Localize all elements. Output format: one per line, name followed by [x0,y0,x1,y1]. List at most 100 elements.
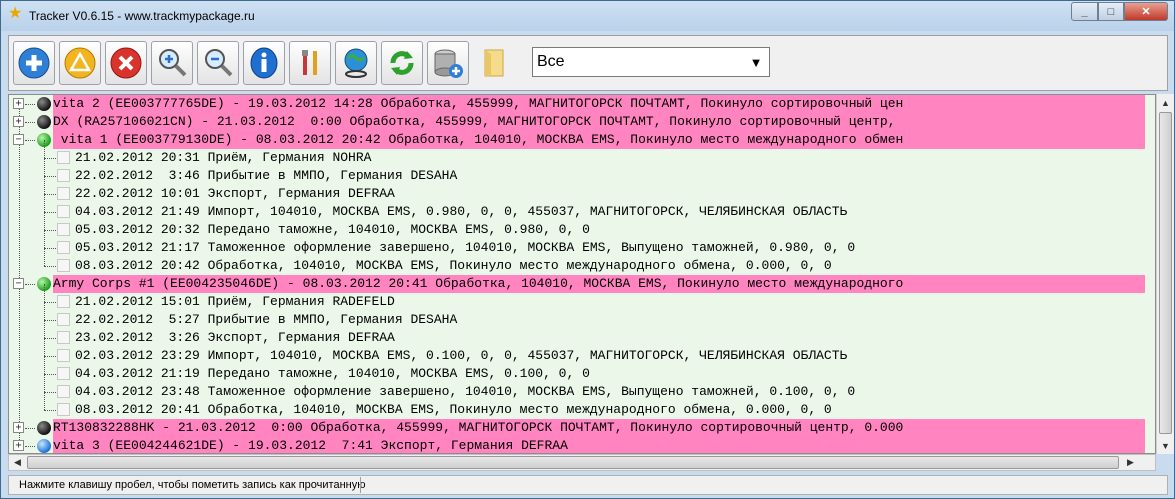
tracking-event-row[interactable]: 08.03.2012 20:42 Обработка, 104010, МОСК… [75,257,1145,275]
horizontal-scrollbar[interactable]: ◀ ▶ [8,454,1156,471]
tracking-event-row[interactable]: 21.02.2012 20:31 Приём, Германия NOHRA [75,149,1145,167]
tree-connector [44,194,56,195]
tree-connector [44,392,45,410]
package-row[interactable]: vita 2 (EE003777765DE) - 19.03.2012 14:2… [53,95,1145,113]
event-checkbox[interactable] [57,349,70,362]
maximize-button[interactable]: □ [1098,2,1124,21]
event-checkbox[interactable] [57,313,70,326]
tree-connector [25,104,35,105]
window-title: Tracker V0.6.15 - www.trackmypackage.ru [29,9,255,23]
tracking-event-row[interactable]: 05.03.2012 21:17 Таможенное оформление з… [75,239,1145,257]
event-checkbox[interactable] [57,331,70,344]
package-tree[interactable]: + vita 2 (EE003777765DE) - 19.03.2012 14:… [8,94,1156,454]
close-button[interactable]: ✕ [1124,2,1168,21]
database-add-icon [434,49,463,78]
tree-connector [25,284,35,285]
tree-connector [44,176,45,194]
expand-toggle[interactable]: − [13,134,24,145]
tracking-event-row[interactable]: 22.02.2012 3:46 Прибытие в ММПО, Германи… [75,167,1145,185]
tracking-event-row[interactable]: 08.03.2012 20:41 Обработка, 104010, МОСК… [75,401,1145,419]
event-checkbox[interactable] [57,403,70,416]
event-checkbox[interactable] [57,187,70,200]
title-bar[interactable]: ★ Tracker V0.6.15 - www.trackmypackage.r… [1,1,1174,31]
tools-icon [302,50,317,75]
globe-button[interactable] [335,41,377,85]
delete-button[interactable] [105,41,147,85]
expand-toggle[interactable]: − [13,278,24,289]
tree-connector [19,104,20,446]
scroll-up-icon[interactable]: ▲ [1157,94,1174,111]
event-checkbox[interactable] [57,205,70,218]
add-button[interactable] [13,41,55,85]
scroll-right-icon[interactable]: ▶ [1122,455,1139,470]
warning-button[interactable] [59,41,101,85]
status-text: Нажмите клавишу пробел, чтобы пометить з… [19,479,366,491]
tracking-event-row[interactable]: 04.03.2012 23:48 Таможенное оформление з… [75,383,1145,401]
event-checkbox[interactable] [57,169,70,182]
filter-selected-value: Все [537,53,565,70]
package-row[interactable]: RT130832288HK - 21.03.2012 0:00 Обработк… [53,419,1145,437]
package-row[interactable]: vita 3 (EE004244621DE) - 19.03.2012 7:41… [53,437,1145,453]
folder-button[interactable] [473,41,515,85]
expand-toggle[interactable]: + [13,116,24,127]
event-checkbox[interactable] [57,385,70,398]
info-button[interactable] [243,41,285,85]
delete-icon [110,47,142,79]
chevron-down-icon[interactable]: ▼ [744,49,768,75]
tree-connector [44,302,45,320]
tree-connector [44,158,45,176]
event-checkbox[interactable] [57,295,70,308]
tree-connector [44,338,56,339]
zoom-in-button[interactable] [151,41,193,85]
tree-connector [44,266,56,267]
tree-connector [44,248,56,249]
minimize-button[interactable]: _ [1071,2,1098,21]
tree-connector [25,446,35,447]
package-row[interactable]: DX (RA257106021CN) - 21.03.2012 0:00 Обр… [53,113,1145,131]
tracking-event-row[interactable]: 05.03.2012 20:32 Передано таможне, 10401… [75,221,1145,239]
tracking-event-row[interactable]: 04.03.2012 21:19 Передано таможне, 10401… [75,365,1145,383]
expand-toggle[interactable]: + [13,440,24,451]
tree-connector [44,140,45,158]
package-row[interactable]: Army Corps #1 (EE004235046DE) - 08.03.20… [53,275,1145,293]
warning-icon [64,47,96,79]
window-controls: _ □ ✕ [1071,2,1168,21]
tree-connector [25,140,35,141]
event-checkbox[interactable] [57,241,70,254]
tree-connector [44,320,45,338]
scroll-left-icon[interactable]: ◀ [9,455,26,470]
filter-dropdown[interactable]: Все ▼ [532,47,770,77]
tree-connector [44,374,56,375]
horizontal-scroll-thumb[interactable] [27,456,1119,469]
package-row[interactable]: vita 1 (EE003779130DE) - 08.03.2012 20:4… [53,131,1145,149]
status-blue-icon [37,439,51,453]
tracking-event-row[interactable]: 22.02.2012 10:01 Экспорт, Германия DEFRA… [75,185,1145,203]
folder-icon [484,49,504,77]
tracking-event-row[interactable]: 22.02.2012 5:27 Прибытие в ММПО, Германи… [75,311,1145,329]
expand-toggle[interactable]: + [13,98,24,109]
scroll-down-icon[interactable]: ▼ [1157,437,1174,454]
tree-connector [44,158,56,159]
vertical-scroll-thumb[interactable] [1159,112,1172,434]
status-black-icon [37,97,51,111]
refresh-button[interactable] [381,41,423,85]
info-icon [250,47,278,79]
database-add-button[interactable] [427,41,469,85]
tracking-event-row[interactable]: 02.03.2012 23:29 Импорт, 104010, МОСКВА … [75,347,1145,365]
event-checkbox[interactable] [57,367,70,380]
zoom-out-button[interactable] [197,41,239,85]
tree-connector [44,302,56,303]
tree-connector [25,122,35,123]
event-checkbox[interactable] [57,151,70,164]
event-checkbox[interactable] [57,259,70,272]
tree-connector [44,320,56,321]
refresh-icon [390,51,414,75]
vertical-scrollbar[interactable]: ▲ ▼ [1156,94,1174,454]
status-separator [360,477,361,493]
tools-button[interactable] [289,41,331,85]
event-checkbox[interactable] [57,223,70,236]
tracking-event-row[interactable]: 04.03.2012 21:49 Импорт, 104010, МОСКВА … [75,203,1145,221]
tracking-event-row[interactable]: 23.02.2012 3:26 Экспорт, Германия DEFRAA [75,329,1145,347]
tracking-event-row[interactable]: 21.02.2012 15:01 Приём, Германия RADEFEL… [75,293,1145,311]
expand-toggle[interactable]: + [13,422,24,433]
